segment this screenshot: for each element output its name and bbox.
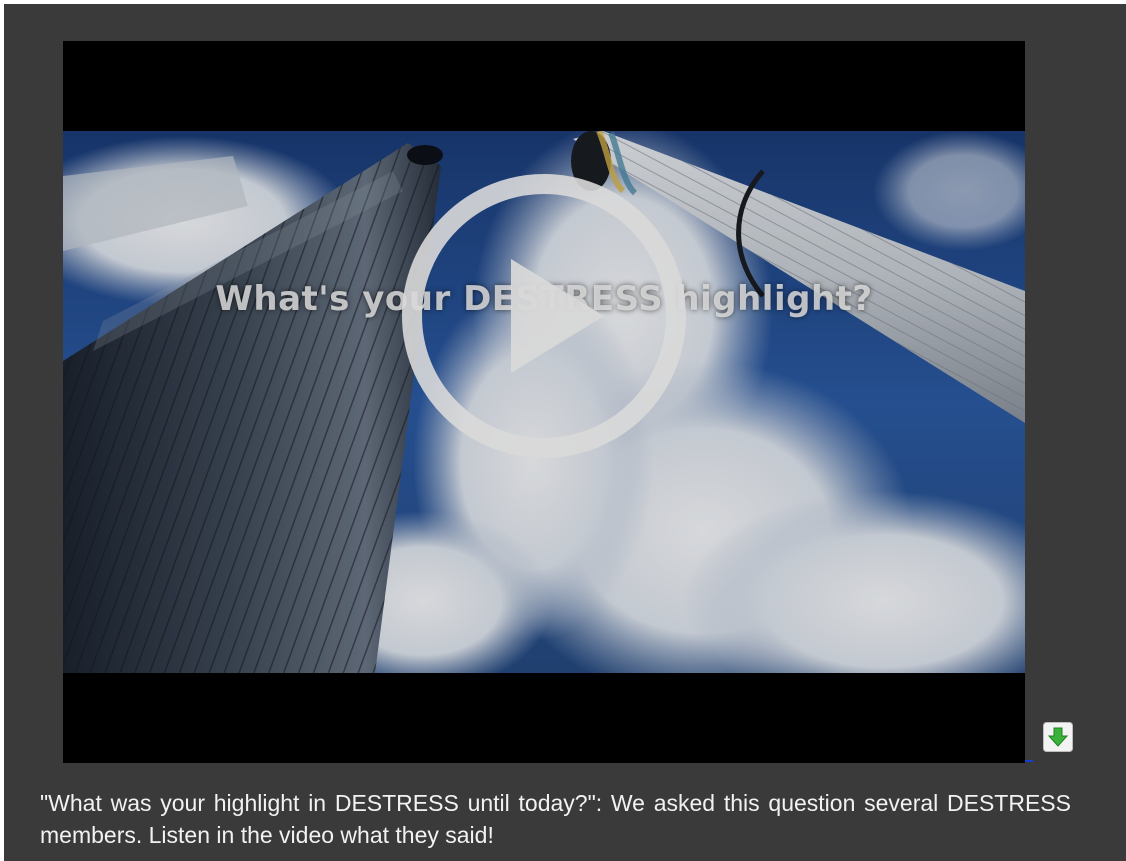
play-circle-icon[interactable] — [399, 171, 689, 461]
video-description: "What was your highlight in DESTRESS unt… — [40, 790, 1071, 848]
download-link[interactable] — [1025, 757, 1033, 762]
video-player[interactable]: What's your DESTRESS highlight? — [63, 41, 1025, 763]
download-arrow-icon[interactable] — [1043, 722, 1073, 752]
